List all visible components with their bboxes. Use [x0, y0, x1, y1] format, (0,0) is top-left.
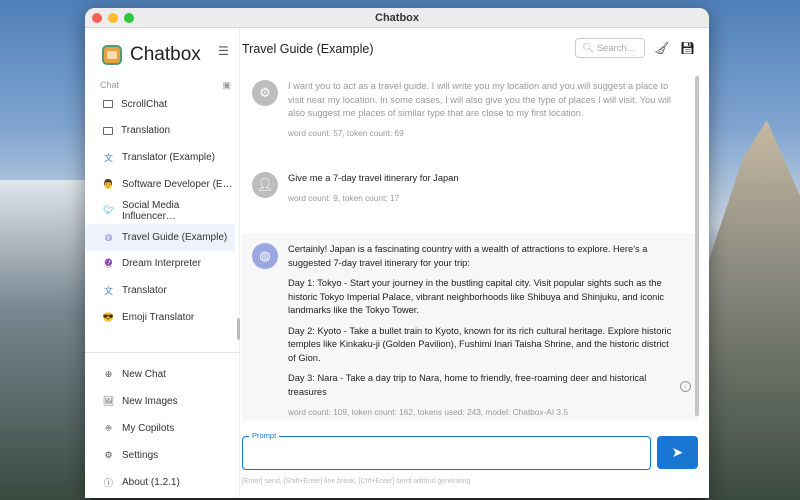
divider: [85, 352, 239, 354]
sidebar-item[interactable]: 🖼︎ New Images: [85, 388, 235, 415]
sidebar-item-label: Settings: [122, 450, 159, 462]
robot-icon: 🤖︎: [105, 423, 112, 434]
sidebar-item-label: Emoji Translator: [122, 311, 195, 323]
sidebar-item[interactable]: 🤖︎ My Copilots: [85, 415, 235, 442]
close-button[interactable]: [92, 13, 102, 23]
chat-bubble-icon: [103, 126, 113, 135]
collapse-sidebar-icon[interactable]: ☰: [218, 44, 229, 58]
message-assistant: ◍ Certainly! Japan is a fascinating count…: [242, 233, 698, 420]
sidebar-item[interactable]: 🔮︎ Dream Interpreter: [85, 251, 235, 278]
window-title: Chatbox: [375, 12, 419, 24]
title-bar: Chatbox: [85, 8, 709, 28]
chat-main: Travel Guide (Example) 🔍︎ Search... 🧹︎ 💾…: [240, 28, 709, 498]
sidebar-item-label: New Chat: [122, 369, 166, 381]
message-paragraph: Day 2: Kyoto - Take a bullet train to Ky…: [288, 325, 672, 363]
prompt-input[interactable]: Prompt: [242, 431, 651, 470]
sidebar-item-label: Travel Guide (Example): [122, 231, 228, 243]
sidebar-item[interactable]: 文 Translator: [85, 277, 235, 304]
sidebar-item[interactable]: ⊕ New Chat: [85, 361, 235, 388]
archive-icon[interactable]: ▣: [222, 80, 231, 91]
crystal-ball-icon: 🔮︎: [102, 258, 115, 269]
chatbox-logo-icon: [102, 45, 122, 65]
sunglasses-emoji-icon: 😎: [102, 311, 115, 322]
info-icon: ⓘ: [103, 478, 113, 489]
sidebar-item-label: Translator: [122, 284, 167, 296]
send-icon: ➤: [671, 444, 684, 460]
sidebar-item-label: Translation: [121, 125, 171, 137]
brand-name: Chatbox: [130, 44, 201, 65]
user-avatar-icon: 👤︎: [252, 172, 278, 198]
wallpaper-mountain-right: [705, 120, 800, 500]
maximize-button[interactable]: [124, 13, 134, 23]
message-meta: word count: 109, token count: 162, token…: [288, 407, 568, 417]
message-system: ⚙ I want you to act as a travel guide. I …: [242, 70, 698, 150]
sidebar-item-label: Translator (Example): [122, 151, 215, 163]
developer-avatar-icon: 👨: [102, 178, 115, 189]
minimize-button[interactable]: [108, 13, 118, 23]
twitter-icon: 🐦︎: [102, 205, 115, 216]
sidebar-item[interactable]: 文 Translator (Example): [85, 144, 235, 171]
plus-circle-icon: ⊕: [104, 369, 113, 380]
search-placeholder: Search...: [596, 43, 635, 54]
sidebar-item[interactable]: ⓘ About (1.2.1): [85, 469, 235, 496]
message-user: 👤︎ Give me a 7-day travel itinerary for J…: [242, 162, 698, 215]
scroll-down-icon[interactable]: ↓: [680, 381, 691, 392]
gear-icon: ⚙: [104, 450, 113, 461]
message-meta: word count: 9, token count: 17: [288, 192, 400, 203]
sidebar-item-label: New Images: [122, 396, 178, 408]
translator-avatar-icon: 文: [103, 152, 113, 163]
sidebar-item-label: Dream Interpreter: [122, 258, 201, 270]
sidebar-item-label: About (1.2.1): [122, 477, 180, 489]
sidebar-item[interactable]: ⚙ Settings: [85, 442, 235, 469]
sidebar: Chatbox ☰ Chat ▣ ScrollChat Translation 文 Tr…: [85, 28, 240, 498]
sidebar-item[interactable]: 😎 Emoji Translator: [85, 304, 235, 331]
sidebar-item[interactable]: ScrollChat: [85, 91, 235, 118]
input-hint: [Enter] send, [Shift+Enter] line break, …: [242, 478, 471, 485]
globe-avatar-icon: ◍: [104, 231, 113, 242]
send-button[interactable]: ➤: [657, 436, 698, 469]
search-button[interactable]: 🔍︎ Search...: [575, 38, 645, 58]
message-list: ⚙ I want you to act as a travel guide. I …: [242, 70, 698, 420]
sidebar-item[interactable]: 🐦︎ Social Media Influencer…: [85, 197, 235, 224]
sidebar-item[interactable]: 👨 Software Developer (E…: [85, 171, 235, 198]
app-window: Chatbox Chatbox ☰ Chat ▣ ScrollChat Transl…: [85, 8, 709, 498]
chat-bubble-icon: [103, 100, 113, 109]
sidebar-item-label: Software Developer (E…: [122, 178, 233, 190]
sidebar-item-label: My Copilots: [122, 423, 175, 435]
save-icon[interactable]: 💾︎: [680, 41, 695, 55]
travel-guide-avatar-icon: ◍: [252, 243, 278, 269]
wallpaper-mountain-left: [0, 180, 90, 500]
message-scrollbar[interactable]: [695, 76, 699, 416]
sidebar-item-label: ScrollChat: [121, 98, 168, 110]
message-paragraph: Certainly! Japan is a fascinating countr…: [288, 244, 648, 268]
prompt-label: Prompt: [249, 431, 280, 440]
clean-broom-icon[interactable]: 🧹︎: [654, 41, 669, 55]
section-label: Chat: [100, 80, 120, 90]
system-avatar-icon: ⚙: [252, 80, 278, 106]
translator-avatar-icon: 文: [103, 285, 113, 296]
message-paragraph: Day 1: Tokyo - Start your journey in the…: [288, 278, 665, 315]
sidebar-item[interactable]: Translation: [85, 118, 235, 145]
sidebar-item[interactable]: ◍ Travel Guide (Example): [85, 223, 235, 251]
message-meta: word count: 57, token count: 69: [288, 127, 404, 138]
chat-title: Travel Guide (Example): [242, 42, 374, 56]
message-text: Give me a 7-day travel itinerary for Jap…: [288, 173, 459, 183]
image-icon: 🖼︎: [102, 396, 115, 407]
sidebar-item-label: Social Media Influencer…: [122, 199, 180, 222]
message-paragraph: Day 3: Nara - Take a day trip to Nara, h…: [288, 373, 647, 397]
message-text: I want you to act as a travel guide. I w…: [288, 81, 671, 118]
